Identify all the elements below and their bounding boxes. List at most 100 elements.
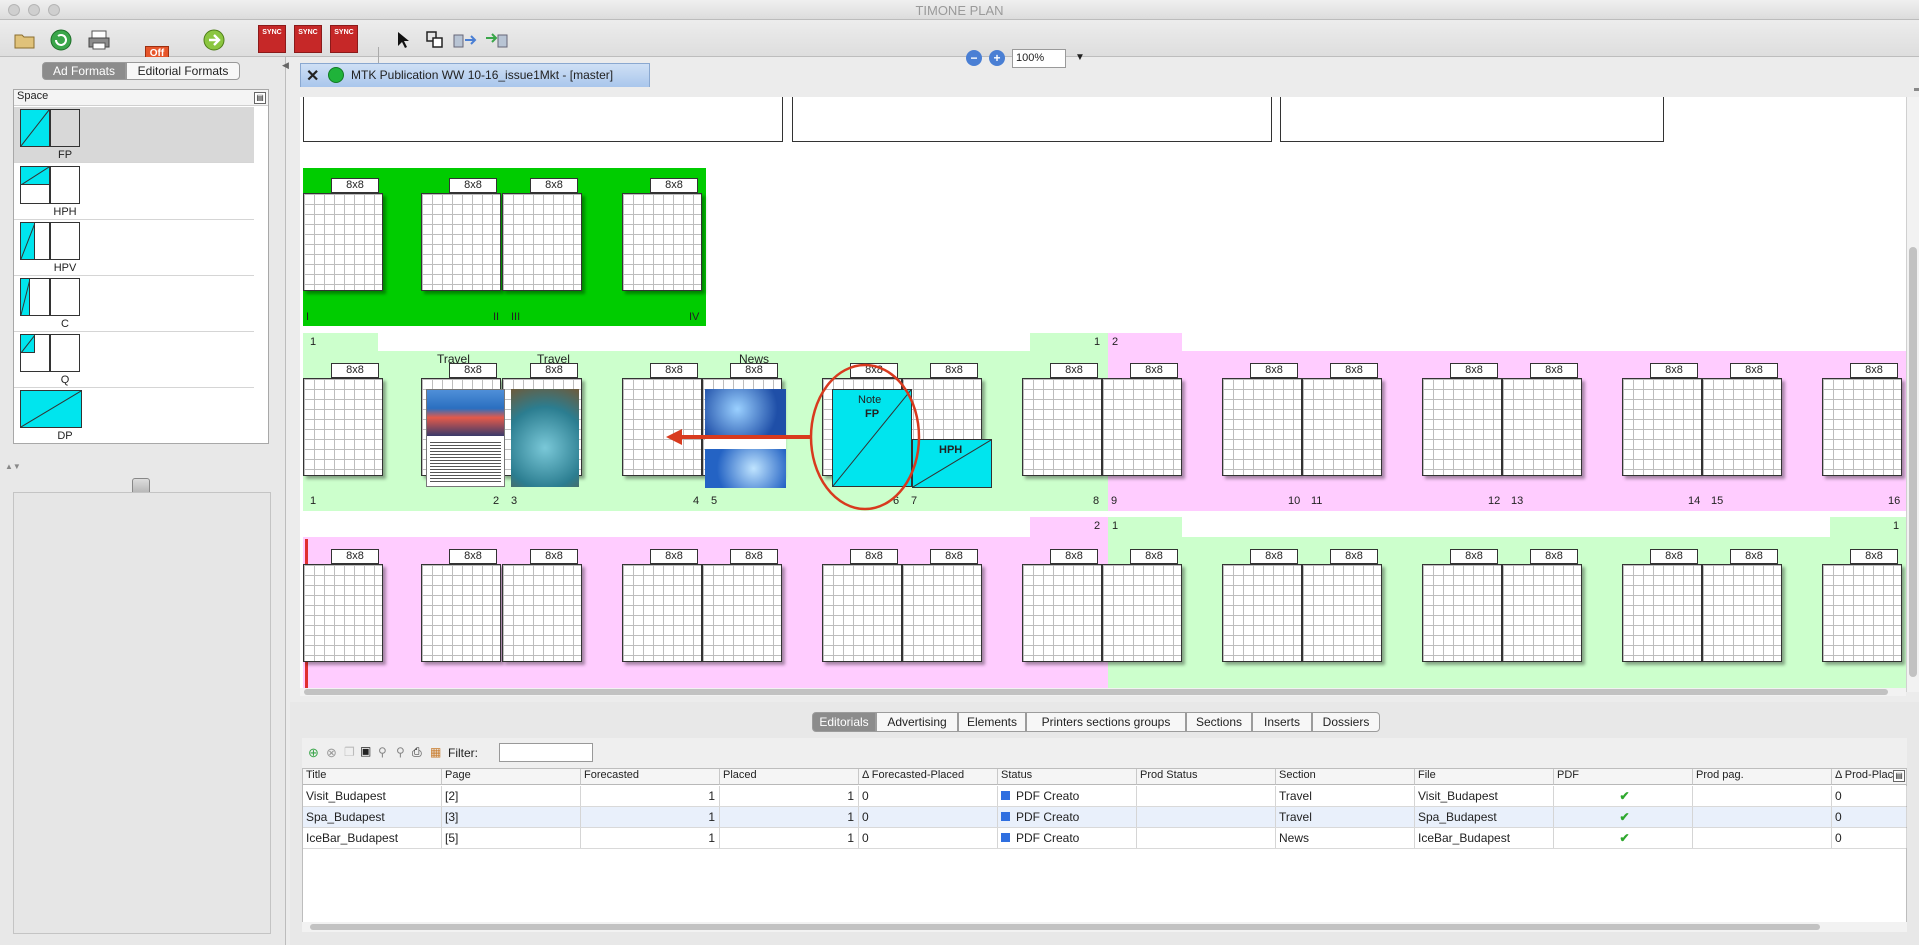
cell-prod-pag	[1693, 807, 1832, 827]
cell-forecasted: 1	[581, 828, 720, 848]
cell-title: IceBar_Budapest	[303, 828, 442, 848]
tab-printers-sections-groups[interactable]: Printers sections groups	[1026, 712, 1186, 732]
cell-page: [3]	[442, 807, 581, 827]
table-row[interactable]: Spa_Budapest [3] 1 1 0 PDF Creato Travel Spa_Bu…	[303, 807, 1907, 828]
plan-canvas[interactable]: 1 1 2 2 1 1 Travel Travel News 1 2 3 4 5…	[300, 97, 1919, 692]
vertical-scrollbar[interactable]	[1906, 97, 1919, 692]
move-pages-icon[interactable]	[452, 27, 478, 53]
column-header[interactable]: Status	[998, 769, 1137, 785]
format-label-hpv: HPV	[53, 262, 77, 274]
main-toolbar: Off SYNC SYNC SYNC − + 100% ▼	[0, 21, 1919, 72]
swap-pages-icon[interactable]	[484, 27, 510, 53]
zoom-in-button[interactable]: +	[989, 50, 1005, 66]
cell-delta-prod: 0	[1832, 786, 1907, 806]
format-item-dp[interactable]: DP	[14, 388, 254, 444]
zoom-dropdown-arrow-icon[interactable]: ▼	[1075, 52, 1085, 63]
tab-dossiers[interactable]: Dossiers	[1312, 712, 1380, 732]
collapse-left-arrow-icon[interactable]: ◀	[282, 60, 289, 71]
tab-editorials[interactable]: Editorials	[812, 712, 876, 732]
open-folder-icon[interactable]	[12, 27, 38, 53]
cell-placed: 1	[720, 807, 859, 827]
go-forward-icon[interactable]	[201, 27, 227, 53]
cell-forecasted: 1	[581, 786, 720, 806]
column-header[interactable]: Placed	[720, 769, 859, 785]
format-item-c[interactable]: C	[14, 276, 254, 332]
print-table-icon[interactable]: ⎙	[412, 745, 422, 760]
format-label-q: Q	[60, 374, 70, 386]
attach-icon[interactable]: ⚲	[396, 745, 405, 759]
sync-button-2[interactable]: SYNC	[294, 25, 322, 53]
document-tab[interactable]: ✕ MTK Publication WW 10-16_issue1Mkt - […	[300, 63, 650, 87]
cell-status: PDF Creato	[998, 807, 1137, 827]
export-icon[interactable]: ▦	[430, 745, 441, 759]
hph-facing-page	[50, 166, 80, 204]
format-item-hph[interactable]: HPH	[14, 164, 254, 220]
cell-page: [2]	[442, 786, 581, 806]
horizontal-scrollbar[interactable]	[300, 688, 1906, 696]
cell-status: PDF Creato	[998, 786, 1137, 806]
table-row[interactable]: IceBar_Budapest [5] 1 1 0 PDF Creato News IceBa…	[303, 828, 1907, 849]
cell-title: Visit_Budapest	[303, 786, 442, 806]
cell-file: IceBar_Budapest	[1415, 828, 1554, 848]
column-header[interactable]: PDF	[1554, 769, 1693, 785]
tab-strip-edge	[1914, 88, 1919, 91]
column-header[interactable]: Δ Forecasted-Placed	[859, 769, 998, 785]
cell-placed: 1	[720, 828, 859, 848]
format-label-fp: FP	[57, 149, 73, 161]
q-facing-page	[50, 334, 80, 372]
cell-file: Spa_Budapest	[1415, 807, 1554, 827]
column-header[interactable]: Title	[303, 769, 442, 785]
cell-delta-prod: 0	[1832, 807, 1907, 827]
status-color-icon	[1001, 812, 1010, 821]
sync-button-3[interactable]: SYNC	[330, 25, 358, 53]
table-row[interactable]: Visit_Budapest [2] 1 1 0 PDF Creato Travel Visi…	[303, 786, 1907, 807]
tab-sections[interactable]: Sections	[1186, 712, 1252, 732]
resize-arrows-icon[interactable]: ▲▼	[5, 462, 21, 471]
cell-section: News	[1276, 828, 1415, 848]
table-scroll-thumb[interactable]	[310, 924, 1820, 930]
edit-image-icon[interactable]: ▣	[360, 744, 371, 758]
format-item-fp[interactable]: FP	[14, 107, 254, 163]
tab-advertising[interactable]: Advertising	[876, 712, 958, 732]
link-icon[interactable]: ⚲	[378, 745, 387, 759]
space-column-header: Space	[14, 90, 268, 106]
editorials-table: Title Page Forecasted Placed Δ Forecasted-Pl…	[302, 768, 1907, 923]
tab-elements[interactable]: Elements	[958, 712, 1026, 732]
status-color-icon	[1001, 833, 1010, 842]
column-header[interactable]: Section	[1276, 769, 1415, 785]
table-horizontal-scrollbar[interactable]	[302, 922, 1907, 932]
print-icon[interactable]	[86, 27, 112, 53]
column-header[interactable]: Forecasted	[581, 769, 720, 785]
tab-inserts[interactable]: Inserts	[1252, 712, 1312, 732]
refresh-globe-icon[interactable]	[48, 27, 74, 53]
format-item-hpv[interactable]: HPV	[14, 220, 254, 276]
add-row-icon[interactable]: ⊕	[308, 745, 319, 761]
remove-row-icon[interactable]: ⊗	[326, 745, 337, 761]
horizontal-scroll-thumb[interactable]	[304, 689, 1888, 695]
close-tab-icon[interactable]: ✕	[306, 66, 319, 86]
column-header[interactable]: Prod pag.	[1693, 769, 1832, 785]
filter-label: Filter:	[448, 746, 478, 760]
sync-button-1[interactable]: SYNC	[258, 25, 286, 53]
tab-ad-formats[interactable]: Ad Formats	[42, 62, 126, 80]
cell-section: Travel	[1276, 786, 1415, 806]
select-multiple-icon[interactable]	[422, 27, 448, 53]
column-header[interactable]: File	[1415, 769, 1554, 785]
zoom-out-button[interactable]: −	[966, 50, 982, 66]
pointer-tool-icon[interactable]	[390, 27, 416, 53]
column-header[interactable]: Page	[442, 769, 581, 785]
column-chooser-icon[interactable]: ▤	[254, 92, 266, 104]
preview-panel	[13, 492, 271, 934]
format-item-q[interactable]: Q	[14, 332, 254, 388]
app-title: TIMONE PLAN	[915, 3, 1004, 18]
filter-input[interactable]	[499, 743, 593, 762]
vertical-scroll-thumb[interactable]	[1909, 247, 1917, 677]
cell-status: PDF Creato	[998, 828, 1137, 848]
copy-icon[interactable]: ❐	[344, 745, 355, 759]
cell-delta: 0	[859, 807, 998, 827]
hpv-facing-page	[50, 222, 80, 260]
column-chooser-icon[interactable]: ▤	[1893, 770, 1905, 782]
column-header[interactable]: Prod Status	[1137, 769, 1276, 785]
zoom-level-field[interactable]: 100%	[1012, 49, 1066, 68]
tab-editorial-formats[interactable]: Editorial Formats	[126, 62, 240, 80]
